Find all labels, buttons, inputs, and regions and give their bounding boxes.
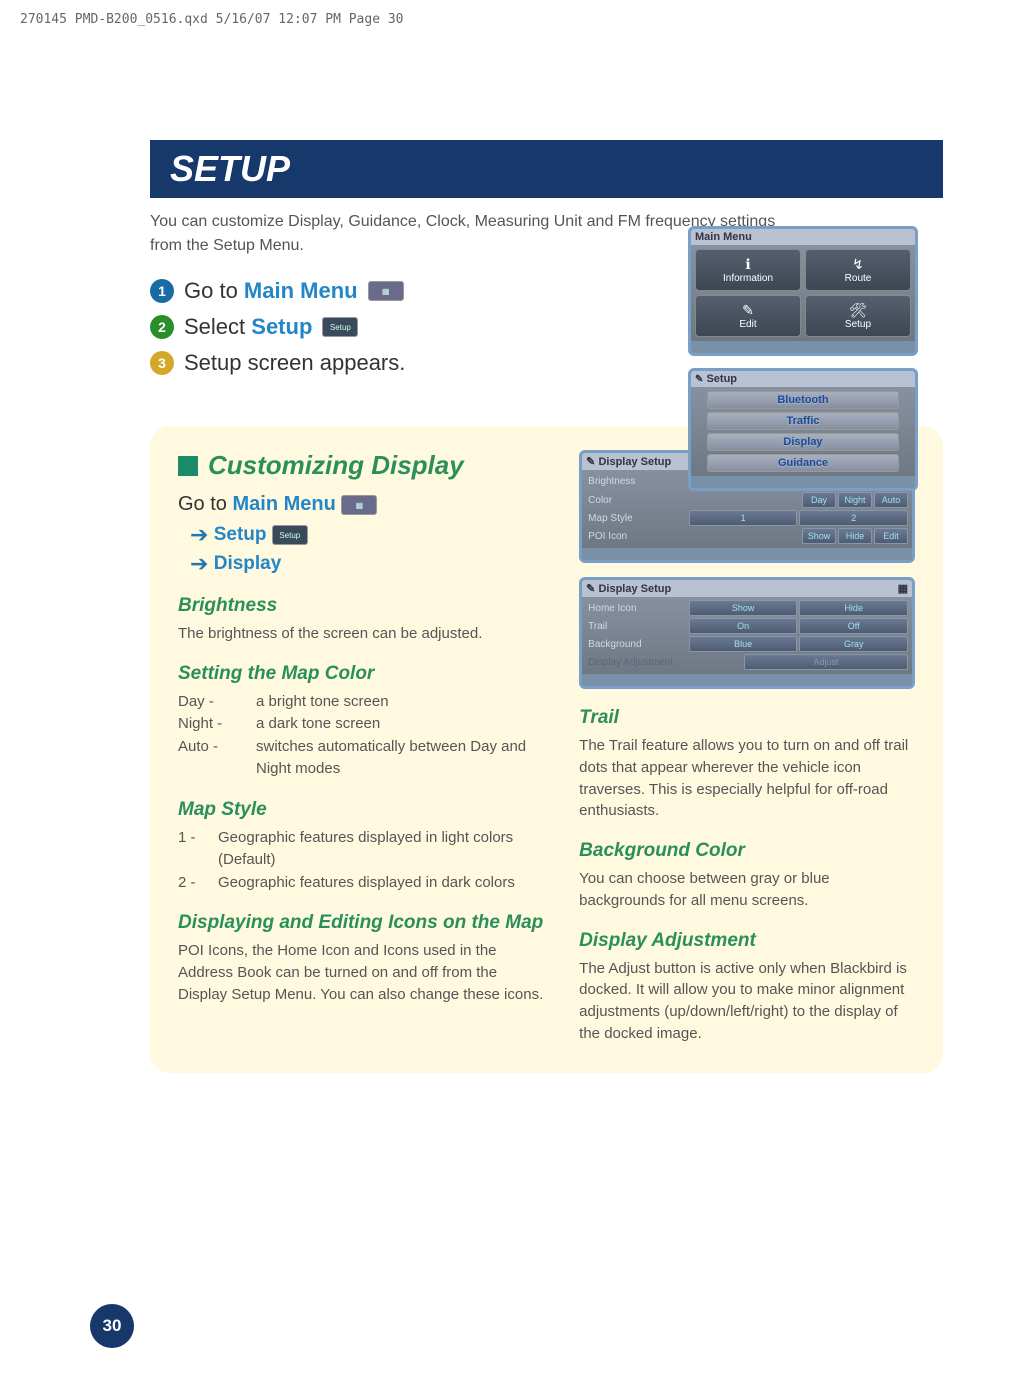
main-menu-title: Main Menu: [691, 229, 915, 245]
mm-route[interactable]: ↯Route: [805, 249, 911, 291]
bg-blue[interactable]: Blue: [689, 636, 798, 652]
brightness-text: The brightness of the screen can be adju…: [178, 623, 549, 645]
mm-setup[interactable]: 🛠Setup: [805, 295, 911, 337]
goto-line: Go to Main Menu ▦: [178, 493, 549, 516]
step-3-badge: 3: [150, 351, 174, 375]
main-menu-icon: ▦: [368, 281, 404, 301]
step-text: Go to: [184, 278, 244, 303]
step-text: Select: [184, 314, 251, 339]
brightness-heading: Brightness: [178, 595, 549, 617]
setup-screenshot: ✎ Setup Bluetooth Traffic Display Guidan…: [688, 368, 918, 491]
home-hide[interactable]: Hide: [799, 600, 908, 616]
trail-heading: Trail: [579, 707, 915, 729]
bottom-bar: [582, 674, 912, 686]
map-color-heading: Setting the Map Color: [178, 663, 549, 685]
setup-icon: Setup: [322, 317, 358, 337]
setup-icon: 🛠: [808, 302, 908, 319]
trail-off[interactable]: Off: [799, 618, 908, 634]
background-color-text: You can choose between gray or blue back…: [579, 868, 915, 912]
trail-text: The Trail feature allows you to turn on …: [579, 735, 915, 822]
poi-hide[interactable]: Hide: [838, 528, 872, 544]
arrow-display: ➔ Display: [190, 551, 549, 577]
customizing-heading: Customizing Display: [178, 450, 549, 481]
setup-guidance[interactable]: Guidance: [707, 454, 899, 472]
mm-information[interactable]: ℹInformation: [695, 249, 801, 291]
main-menu-link: Main Menu: [244, 278, 358, 303]
background-color-heading: Background Color: [579, 840, 915, 862]
step-text: Setup screen appears.: [184, 350, 405, 376]
setup-display[interactable]: Display: [707, 433, 899, 451]
bottom-bar: [582, 548, 912, 560]
display-adjustment-text: The Adjust button is active only when Bl…: [579, 958, 915, 1045]
mm-label: Route: [845, 273, 872, 284]
page-title: SETUP: [150, 140, 943, 198]
setup-title: ✎ Setup: [691, 371, 915, 387]
mm-label: Setup: [845, 319, 871, 330]
map-style-heading: Map Style: [178, 799, 549, 821]
mm-label: Information: [723, 273, 773, 284]
icons-heading: Displaying and Editing Icons on the Map: [178, 912, 549, 934]
display-setup-screenshot-2: ✎ Display Setup▦ Home IconShowHide Trail…: [579, 577, 915, 689]
setup-link: Setup: [251, 314, 312, 339]
arrow-setup: ➔ Setup Setup: [190, 522, 549, 548]
mapstyle-2[interactable]: 2: [799, 510, 908, 526]
home-show[interactable]: Show: [689, 600, 798, 616]
poi-edit[interactable]: Edit: [874, 528, 908, 544]
grid-icon: ▦: [898, 582, 908, 595]
bg-gray[interactable]: Gray: [799, 636, 908, 652]
customizing-display-panel: Customizing Display Go to Main Menu ▦ ➔ …: [150, 426, 943, 1073]
main-menu-screenshot: Main Menu ℹInformation ↯Route ✎Edit 🛠Set…: [688, 226, 918, 356]
square-marker-icon: [178, 456, 198, 476]
display-adjustment-heading: Display Adjustment: [579, 930, 915, 952]
map-style-list: 1 -Geographic features displayed in ligh…: [178, 827, 549, 895]
trail-on[interactable]: On: [689, 618, 798, 634]
main-menu-icon: ▦: [341, 495, 377, 515]
poi-show[interactable]: Show: [802, 528, 836, 544]
bottom-bar: [691, 476, 915, 488]
info-icon: ℹ: [698, 256, 798, 273]
setup-icon: Setup: [272, 525, 308, 545]
display-adjust[interactable]: Adjust: [744, 654, 908, 670]
icons-text: POI Icons, the Home Icon and Icons used …: [178, 940, 549, 1005]
step-2-badge: 2: [150, 315, 174, 339]
step-1-badge: 1: [150, 279, 174, 303]
mm-label: Edit: [739, 319, 756, 330]
edit-icon: ✎: [698, 302, 798, 319]
setup-bluetooth[interactable]: Bluetooth: [707, 391, 899, 409]
map-color-list: Day -a bright tone screen Night -a dark …: [178, 691, 549, 781]
page-number: 30: [90, 1304, 134, 1348]
main-menu-link: Main Menu: [232, 493, 335, 515]
mapstyle-1[interactable]: 1: [689, 510, 798, 526]
setup-traffic[interactable]: Traffic: [707, 412, 899, 430]
route-icon: ↯: [808, 256, 908, 273]
bottom-bar: [691, 341, 915, 353]
top-right-screenshots: Main Menu ℹInformation ↯Route ✎Edit 🛠Set…: [688, 226, 918, 503]
mm-edit[interactable]: ✎Edit: [695, 295, 801, 337]
print-header: 270145 PMD-B200_0516.qxd 5/16/07 12:07 P…: [20, 12, 404, 27]
